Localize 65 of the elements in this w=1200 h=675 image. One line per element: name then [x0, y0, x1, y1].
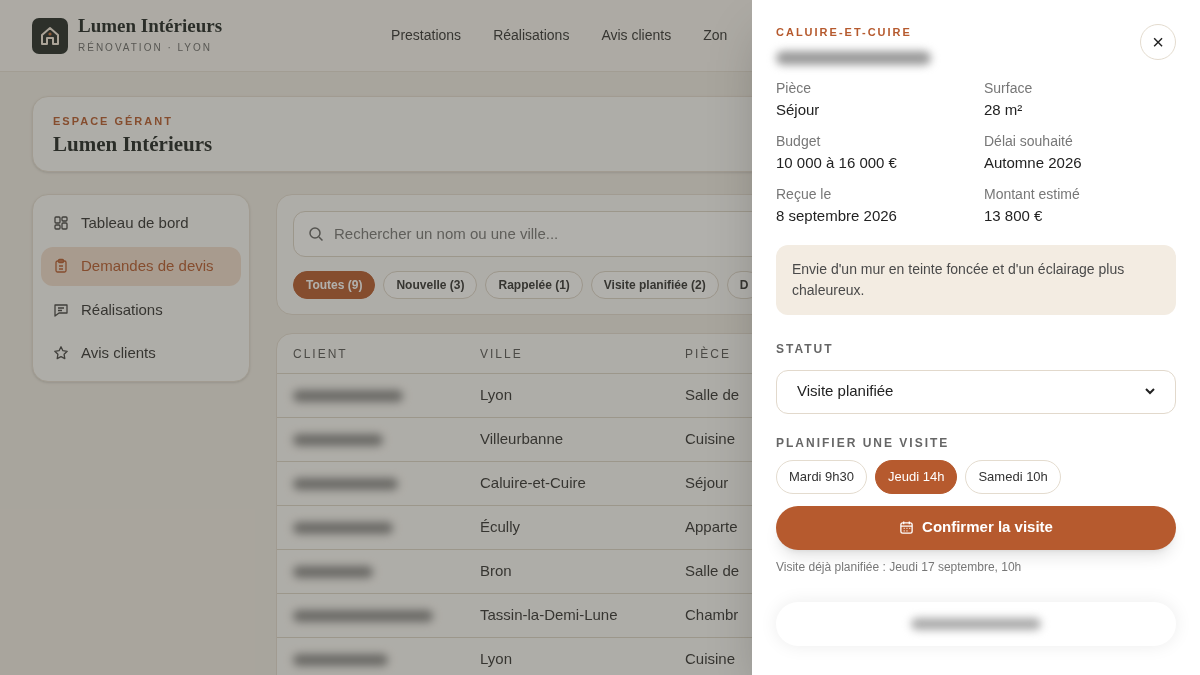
search-icon — [308, 226, 324, 242]
star-icon — [53, 345, 69, 362]
table-cell-text: Caluire-et-Cuire — [480, 473, 587, 494]
chat-icon — [53, 301, 69, 318]
table-cell-text: Villeurbanne — [480, 429, 565, 450]
column-header: VILLE — [480, 345, 524, 363]
confirm-button[interactable]: Confirmer la visite — [776, 505, 1176, 550]
field-value: 8 septembre 2026 — [776, 205, 898, 226]
field-label: Surface — [984, 78, 1034, 98]
field-value: Automne 2026 — [984, 152, 1083, 173]
field-label: Délai souhaité — [984, 131, 1074, 151]
time-slot[interactable]: Jeudi 14h — [875, 459, 958, 494]
table-cell-text: Tassin-la-Demi-Lune — [480, 605, 619, 626]
nav-link[interactable]: Réalisations — [493, 25, 570, 46]
city-label: CALUIRE-ET-CUIRE — [776, 25, 913, 40]
sidebar-item[interactable]: Tableau de bord — [41, 203, 241, 243]
page-title: Lumen Intérieurs — [53, 130, 214, 158]
scheduled-note: Visite déjà planifiée : Jeudi 17 septembre, 10h — [776, 558, 1023, 576]
nav-link[interactable]: Avis clients — [601, 25, 672, 46]
status-label: STATUT — [776, 340, 835, 358]
chevron-down-icon — [1145, 388, 1155, 395]
table-cell-text: Apparte — [685, 517, 739, 538]
column-header: PIÈCE — [685, 345, 732, 363]
sidebar-item[interactable]: Réalisations — [41, 290, 241, 330]
table-cell-text: Cuisine — [685, 429, 737, 450]
sidebar-item[interactable]: Avis clients — [41, 333, 241, 373]
time-slot[interactable]: Samedi 10h — [965, 459, 1061, 494]
search-input[interactable]: Rechercher un nom ou une ville... — [334, 222, 714, 246]
grid-icon — [53, 214, 69, 231]
calendar-icon — [899, 520, 915, 535]
status-select[interactable]: Visite planifiée — [776, 369, 1176, 414]
filter-chip[interactable]: Nouvelle (3) — [383, 271, 478, 299]
field-label: Reçue le — [776, 184, 833, 204]
table-cell-text: Chambr — [685, 605, 740, 626]
request-note: Envie d'un mur en teinte foncée et d'un éclairage plus chaleureux. — [776, 244, 1176, 315]
table-cell-text: Séjour — [685, 473, 730, 494]
field-value: 28 m² — [984, 99, 1024, 120]
field-value: 10 000 à 16 000 € — [776, 152, 898, 173]
filter-chip[interactable]: Visite planifiée (2) — [590, 271, 719, 299]
table-cell-text: Écully — [480, 517, 521, 538]
filter-chip[interactable]: D — [726, 271, 752, 299]
filter-chip[interactable]: Toutes (9) — [293, 271, 376, 299]
nav-link[interactable]: Zon — [703, 25, 728, 46]
table-cell-text: Cuisine — [685, 649, 737, 670]
field-value: Séjour — [776, 99, 821, 120]
table-cell-text: Lyon — [480, 649, 513, 670]
brand-tagline: RÉNOVATION · LYON — [78, 40, 213, 55]
visit-label: PLANIFIER UNE VISITE — [776, 434, 951, 452]
field-label: Budget — [776, 131, 822, 151]
table-cell-text: Salle de — [685, 385, 741, 406]
column-header: CLIENT — [292, 345, 349, 363]
field-value: 13 800 € — [984, 205, 1044, 226]
field-label: Pièce — [776, 78, 813, 98]
time-slot[interactable]: Mardi 9h30 — [776, 459, 868, 494]
clipboard-icon — [53, 258, 69, 275]
filter-chip[interactable]: Rappelée (1) — [485, 271, 583, 299]
table-cell-text: Lyon — [480, 385, 513, 406]
search-field[interactable]: Rechercher un nom ou une ville... — [293, 211, 752, 257]
house-logo-icon — [32, 17, 68, 54]
field-label: Montant estimé — [984, 184, 1081, 204]
brand-name: Lumen Intérieurs — [78, 16, 223, 36]
table-cell-text: Salle de — [685, 561, 741, 582]
table-cell-text: Bron — [480, 561, 513, 582]
section-eyebrow: ESPACE GÉRANT — [53, 114, 174, 129]
nav-link[interactable]: Prestations — [391, 25, 462, 46]
